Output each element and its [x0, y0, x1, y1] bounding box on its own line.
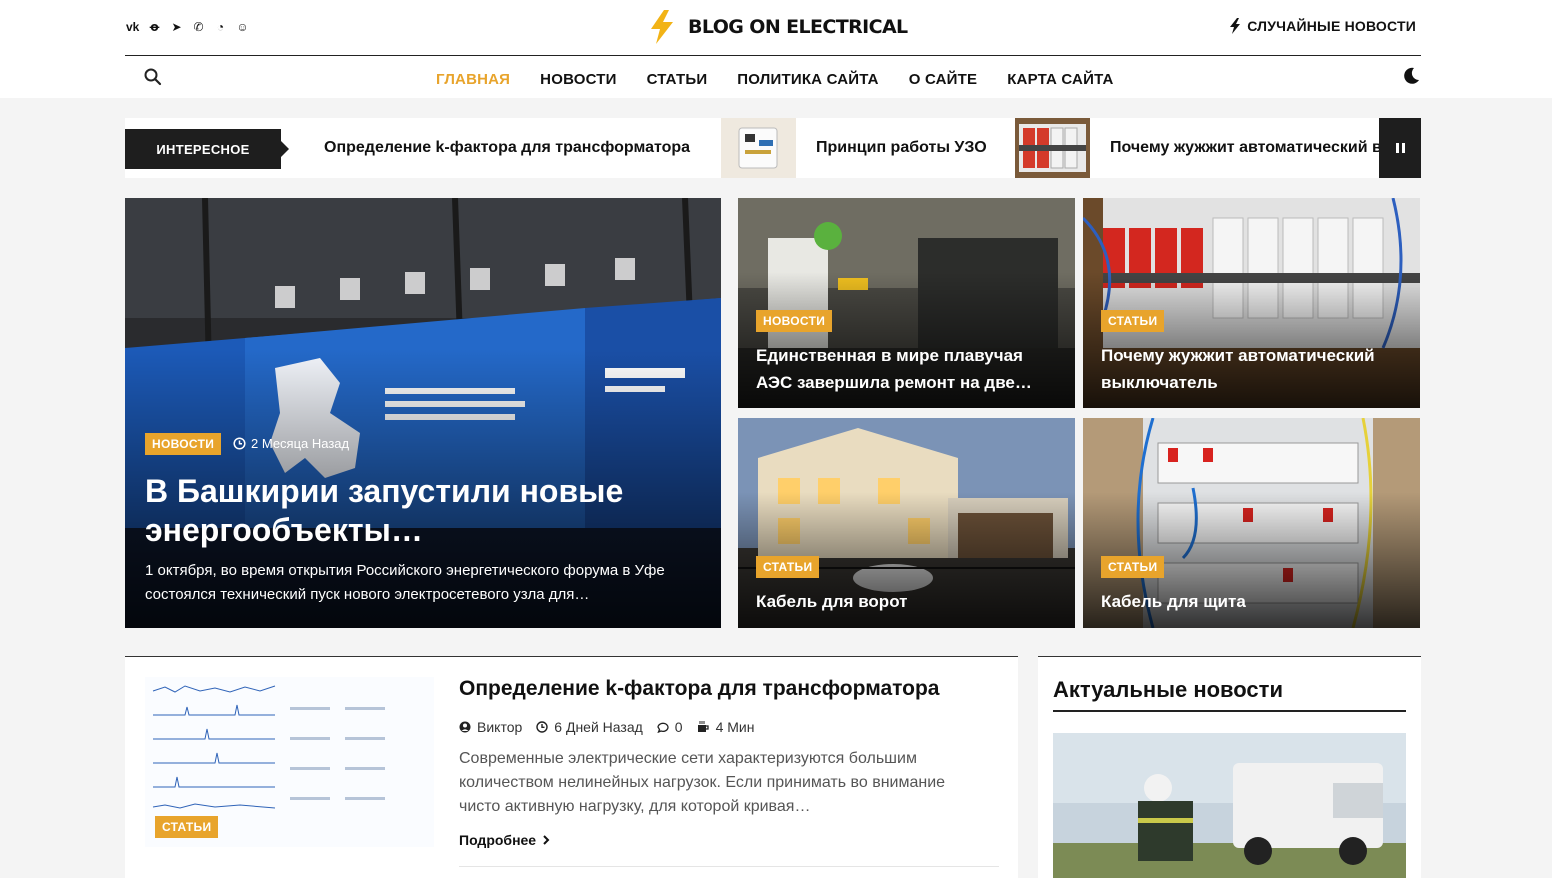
lightning-icon	[1230, 18, 1241, 34]
header-divider	[125, 55, 1421, 56]
category-badge[interactable]: НОВОСТИ	[145, 433, 222, 455]
card-title[interactable]: Кабель для ворот	[756, 588, 1056, 615]
category-badge[interactable]: СТАТЬИ	[155, 816, 219, 838]
article-read-time: 4 Мин	[715, 719, 755, 735]
hero-card[interactable]: НОВОСТИ 2 Месяца Назад В Башкирии запуст…	[125, 198, 721, 628]
chevron-right-icon	[543, 835, 550, 845]
vk-icon[interactable]: vk	[126, 19, 139, 35]
hero-date: 2 Месяца Назад	[251, 436, 350, 451]
comment-icon	[657, 722, 669, 733]
article-separator	[459, 866, 999, 867]
random-news-label: Случайные новости	[1247, 18, 1416, 34]
hero-excerpt: 1 октября, во время открытия Российского…	[145, 562, 665, 603]
ticker-thumbnail[interactable]	[721, 118, 796, 178]
article-excerpt: Современные электрические сети характери…	[459, 750, 946, 815]
read-more-link[interactable]: Подробнее	[459, 832, 550, 848]
category-badge[interactable]: НОВОСТИ	[756, 310, 833, 332]
main-nav: Главная Новости Статьи Политика сайта О …	[436, 71, 1114, 88]
article-title[interactable]: Определение k-фактора для трансформатора	[459, 677, 939, 701]
dzen-icon[interactable]: ☺	[236, 19, 249, 35]
nav-item-articles[interactable]: Статьи	[647, 71, 708, 88]
news-ticker: ИНТЕРЕСНОЕ Определение k-фактора для тра…	[125, 118, 1421, 178]
site-logo[interactable]: BLOG ON ELECTRICAL	[648, 10, 908, 44]
nav-item-sitemap[interactable]: Карта сайта	[1007, 71, 1113, 88]
category-badge[interactable]: СТАТЬИ	[756, 556, 820, 578]
odnoklassniki-icon[interactable]: ꝋ	[148, 19, 161, 35]
card-title[interactable]: Единственная в мире плавучая АЭС заверши…	[756, 342, 1056, 396]
ticker-item[interactable]: Почему жужжит автоматический выключатель	[1110, 118, 1421, 178]
grid-card[interactable]: СТАТЬИ Кабель для ворот	[738, 418, 1075, 628]
viber-icon[interactable]: ✆	[192, 19, 205, 35]
clock-icon	[233, 437, 246, 450]
pause-icon	[1401, 143, 1405, 153]
grid-card[interactable]: СТАТЬИ Кабель для щита	[1083, 418, 1420, 628]
clock-icon	[536, 721, 548, 733]
category-badge[interactable]: СТАТЬИ	[1101, 556, 1165, 578]
nav-item-about[interactable]: О сайте	[909, 71, 977, 88]
nav-item-home[interactable]: Главная	[436, 71, 510, 88]
user-icon	[459, 721, 471, 733]
card-title[interactable]: Кабель для щита	[1101, 588, 1401, 615]
article-author[interactable]: Виктор	[477, 719, 522, 735]
telegram-icon[interactable]: ➤	[170, 19, 183, 35]
grid-card[interactable]: НОВОСТИ Единственная в мире плавучая АЭС…	[738, 198, 1075, 408]
social-links: vk ꝋ ➤ ✆ ◔ ☺	[126, 19, 249, 35]
dark-mode-icon[interactable]	[1402, 67, 1420, 85]
hero-title[interactable]: В Башкирии запустили новые энергообъекты…	[145, 472, 705, 550]
article-meta: Виктор 6 Дней Назад 0 4 Мин	[459, 719, 754, 735]
ticker-thumbnail[interactable]	[1015, 118, 1090, 178]
article-date: 6 Дней Назад	[554, 719, 643, 735]
read-more-label: Подробнее	[459, 832, 537, 848]
random-news-link[interactable]: Случайные новости	[1229, 18, 1416, 34]
lightning-logo-icon	[651, 10, 673, 44]
ticker-item[interactable]: Принцип работы УЗО	[816, 118, 987, 178]
hero-meta: 2 Месяца Назад	[233, 436, 349, 451]
article-list: СТАТЬИ Определение k-фактора для трансфо…	[125, 656, 1018, 878]
nav-item-policy[interactable]: Политика сайта	[737, 71, 878, 88]
widget-title-underline	[1053, 710, 1406, 712]
widget-title: Актуальные новости	[1053, 677, 1283, 702]
ticker-label: ИНТЕРЕСНОЕ	[125, 129, 289, 169]
coffee-icon	[697, 721, 709, 732]
article-comments[interactable]: 0	[675, 719, 683, 735]
article-thumbnail[interactable]: СТАТЬИ	[145, 677, 434, 847]
card-title[interactable]: Почему жужжит автоматический выключатель	[1101, 342, 1401, 396]
pause-icon	[1395, 143, 1399, 153]
nav-item-news[interactable]: Новости	[540, 71, 616, 88]
grid-card[interactable]: СТАТЬИ Почему жужжит автоматический выкл…	[1083, 198, 1420, 408]
logo-text: BLOG ON ELECTRICAL	[688, 16, 908, 38]
sidebar-widget: Актуальные новости	[1038, 656, 1421, 878]
ticker-pause-button[interactable]	[1379, 118, 1421, 178]
search-icon[interactable]	[143, 67, 163, 87]
whatsapp-icon[interactable]: ◔	[214, 19, 227, 35]
sidebar-news-image[interactable]	[1053, 733, 1406, 878]
category-badge[interactable]: СТАТЬИ	[1101, 310, 1165, 332]
ticker-item[interactable]: Определение k-фактора для трансформатора	[324, 118, 690, 178]
